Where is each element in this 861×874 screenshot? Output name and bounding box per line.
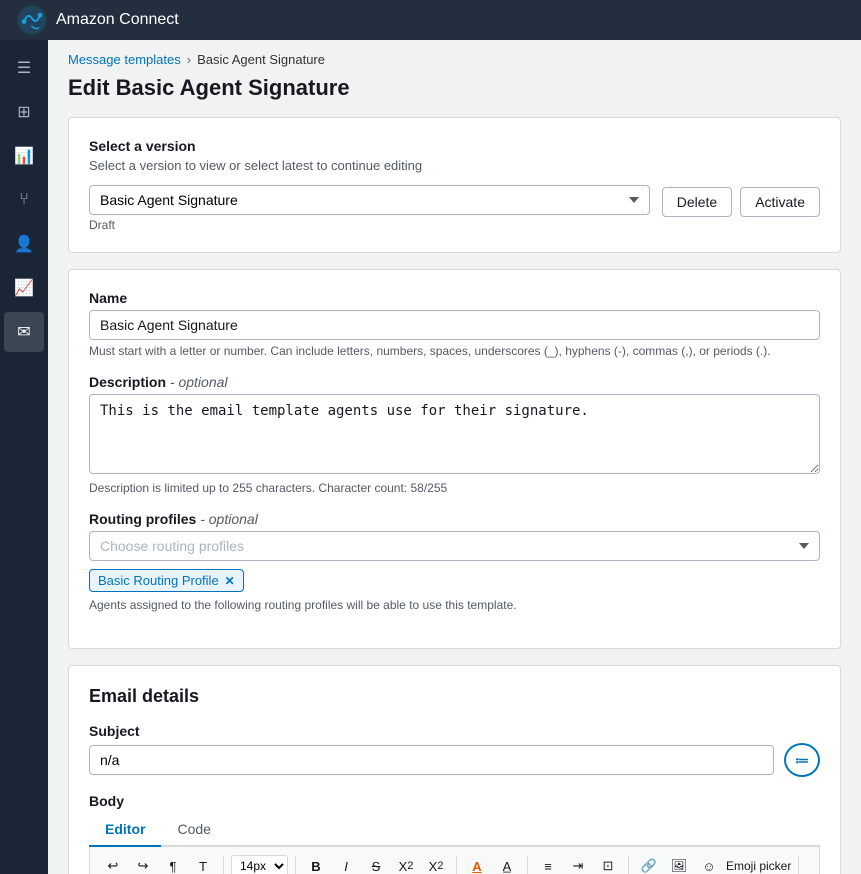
version-selector-row: Basic Agent Signature Draft Delete Activ… [89,185,820,232]
sidebar-item-routing[interactable]: ⑂ [4,180,44,220]
name-hint: Must start with a letter or number. Can … [89,344,820,358]
version-dropdown[interactable]: Basic Agent Signature [89,185,650,215]
description-textarea[interactable]: This is the email template agents use fo… [89,394,820,474]
undo-button[interactable]: ↩ [100,853,126,874]
tab-bar: Editor Code [89,813,820,847]
description-label: Description - optional [89,374,820,390]
name-label: Name [89,290,820,306]
superscript-button[interactable]: X2 [393,853,419,874]
routing-dropdown-wrap: Choose routing profiles [89,531,820,561]
routing-icon: ⑂ [19,191,29,209]
email-section-title: Email details [89,686,820,707]
paragraph-button[interactable]: ¶ [160,853,186,874]
sidebar-item-performance[interactable]: 📈 [4,268,44,308]
app-layout: ☰ ⊞ 📊 ⑂ 👤 📈 ✉ Message templates › Basic … [0,40,861,874]
email-details-section: Email details Subject ≔ Body Editor Code [68,665,841,874]
delete-button[interactable]: Delete [662,187,732,217]
routing-tag-close[interactable]: ✕ [225,574,235,588]
toolbar-sep-2 [295,856,296,874]
strikethrough-button[interactable]: S [363,853,389,874]
description-field-group: Description - optional This is the email… [89,374,820,495]
italic-button[interactable]: I [333,853,359,874]
version-dropdown-wrap: Basic Agent Signature Draft [89,185,650,232]
toolbar-sep-3 [456,856,457,874]
app-logo: Amazon Connect [16,4,179,36]
subject-label: Subject [89,723,820,739]
top-nav: Amazon Connect [0,0,861,40]
tab-code[interactable]: Code [161,813,226,847]
tab-editor[interactable]: Editor [89,813,161,847]
breadcrumb: Message templates › Basic Agent Signatur… [48,40,861,71]
routing-label: Routing profiles - optional [89,511,820,527]
sidebar-item-dashboard[interactable]: ⊞ [4,92,44,132]
performance-icon: 📈 [14,278,34,298]
version-sublabel: Select a version to view or select lates… [89,158,820,173]
version-draft-label: Draft [89,218,650,232]
app-title: Amazon Connect [56,11,179,29]
table-delete-button[interactable]: ⊡ [595,853,621,874]
version-label: Select a version [89,138,820,154]
sidebar-item-users[interactable]: 👤 [4,224,44,264]
breadcrumb-separator: › [187,52,191,67]
align-button[interactable]: ≡ [535,853,561,874]
toolbar-sep-4 [527,856,528,874]
link-button[interactable]: 🔗 [636,853,662,874]
routing-help: Agents assigned to the following routing… [89,598,820,612]
toolbar-sep-6 [798,856,799,874]
sidebar-item-analytics[interactable]: 📊 [4,136,44,176]
toolbar-sep-1 [223,856,224,874]
sidebar-item-menu[interactable]: ☰ [4,48,44,88]
description-optional: - optional [170,374,228,390]
analytics-icon: 📊 [14,146,34,166]
dashboard-icon: ⊞ [17,102,30,122]
font-color-button[interactable]: A [464,853,490,874]
sidebar: ☰ ⊞ 📊 ⑂ 👤 📈 ✉ [0,40,48,874]
subscript-button[interactable]: X2 [423,853,449,874]
description-hint: Description is limited up to 255 charact… [89,481,820,495]
app-logo-icon [16,4,48,36]
body-label: Body [89,793,820,809]
page-title: Edit Basic Agent Signature [48,71,861,117]
text-button[interactable]: T [190,853,216,874]
users-icon: 👤 [14,234,34,254]
subject-row: ≔ [89,743,820,777]
name-input[interactable] [89,310,820,340]
font-size-select[interactable]: 14px [231,855,288,874]
routing-dropdown[interactable]: Choose routing profiles [89,531,820,561]
activate-button[interactable]: Activate [740,187,820,217]
emoji-button[interactable]: ☺ [696,853,722,874]
subject-field-group: Subject ≔ [89,723,820,777]
subject-attr-button[interactable]: ≔ [784,743,820,777]
toolbar-sep-5 [628,856,629,874]
bold-button[interactable]: B [303,853,329,874]
emoji-picker-label[interactable]: Emoji picker [726,859,791,873]
subject-input[interactable] [89,745,774,775]
redo-button[interactable]: ↪ [130,853,156,874]
editor-toolbar: ↩ ↪ ¶ T 14px B I S X2 X2 A A̲ [89,847,820,874]
templates-icon: ✉ [17,322,30,342]
image-button[interactable]: 🖼 [666,853,692,874]
body-field-group: Body Editor Code ↩ ↪ ¶ T 14px [89,793,820,874]
routing-tag: Basic Routing Profile ✕ [89,569,244,592]
version-actions: Delete Activate [662,185,820,217]
version-section: Select a version Select a version to vie… [68,117,841,253]
menu-icon: ☰ [17,58,31,78]
routing-tag-label: Basic Routing Profile [98,573,219,588]
routing-field-group: Routing profiles - optional Choose routi… [89,511,820,612]
indent-button[interactable]: ⇥ [565,853,591,874]
name-field-group: Name Must start with a letter or number.… [89,290,820,358]
breadcrumb-parent[interactable]: Message templates [68,52,181,67]
breadcrumb-current: Basic Agent Signature [197,52,325,67]
form-section: Name Must start with a letter or number.… [68,269,841,649]
highlight-button[interactable]: A̲ [494,853,520,874]
sidebar-item-templates[interactable]: ✉ [4,312,44,352]
content-area: Message templates › Basic Agent Signatur… [48,40,861,874]
routing-optional: - optional [200,511,258,527]
